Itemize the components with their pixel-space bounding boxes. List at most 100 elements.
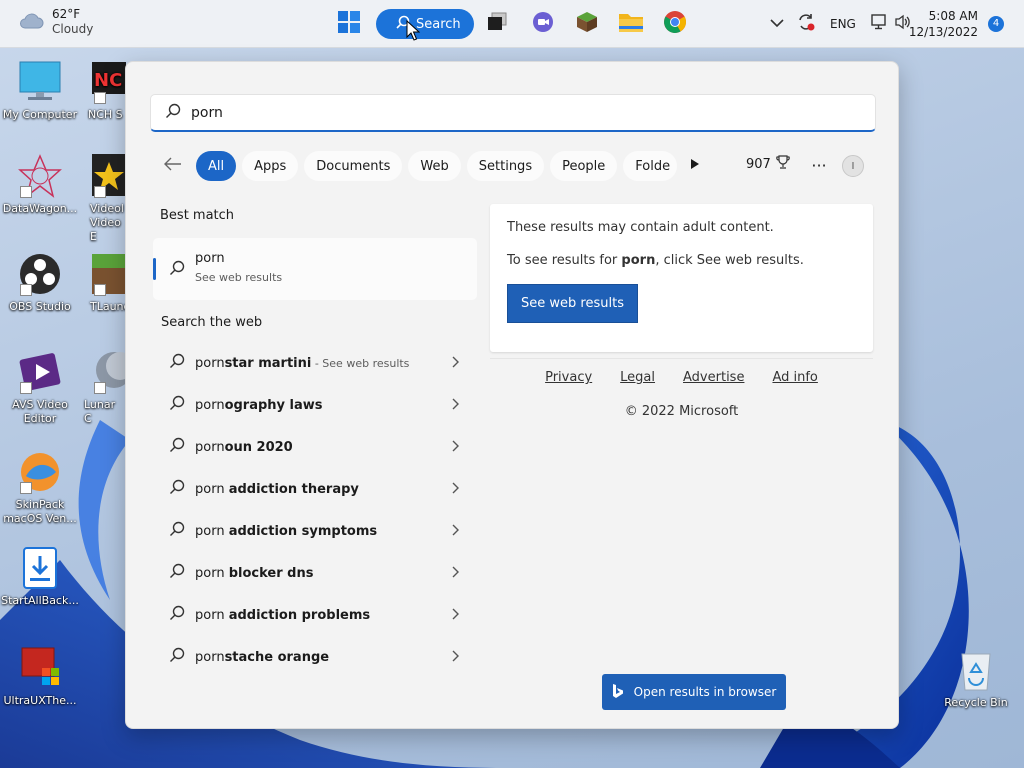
filter-settings[interactable]: Settings: [466, 151, 545, 181]
copyright: © 2022 Microsoft: [624, 404, 739, 419]
chat-button[interactable]: [528, 9, 558, 39]
desktop-icon-ultraux[interactable]: UltraUXThe...: [0, 646, 80, 708]
desktop-icon-label: UltraUXThe...: [3, 694, 77, 707]
desktop-icon-skinpack[interactable]: SkinPack macOS Ven...: [0, 450, 80, 526]
startallback-icon: [18, 546, 62, 590]
desktop-icon-label: StartAllBack...: [1, 594, 79, 607]
avatar[interactable]: I: [842, 155, 864, 177]
filter-people[interactable]: People: [550, 151, 618, 181]
open-results-in-browser-button[interactable]: Open results in browser: [602, 674, 786, 710]
desktop-icon-label: AVS Video Editor: [12, 398, 68, 425]
search-icon: [169, 353, 185, 373]
ad-info-link[interactable]: Ad info: [772, 370, 817, 385]
bing-logo-icon: [612, 683, 624, 702]
web-result-text: pornstar martini - See web results: [195, 355, 410, 371]
windows-logo-icon: [337, 10, 361, 38]
web-result-item[interactable]: porn addiction problems: [153, 594, 477, 636]
privacy-link[interactable]: Privacy: [545, 370, 592, 385]
language-indicator[interactable]: ENG: [830, 17, 856, 31]
ultraux-icon: [18, 646, 62, 690]
desktop-icon-video[interactable]: Videol Video E: [76, 154, 126, 244]
system-tray: ENG: [770, 0, 912, 48]
search-icon: [169, 605, 185, 625]
chevron-up-icon[interactable]: [770, 17, 784, 32]
desktop-icon-obs[interactable]: OBS Studio: [0, 252, 80, 314]
chrome-button[interactable]: [660, 9, 690, 39]
desktop-icon-label: Videol Video E: [90, 202, 124, 243]
chevron-right-icon: [451, 650, 459, 666]
desktop-icon-nch[interactable]: NC NCH S: [76, 60, 126, 122]
chevron-right-icon: [451, 398, 459, 414]
desktop-icon-recycle-bin[interactable]: Recycle Bin: [936, 648, 1016, 710]
best-match-heading: Best match: [160, 208, 235, 223]
datawagon-icon: [18, 154, 62, 198]
back-button[interactable]: [158, 151, 188, 181]
chevron-right-icon: [451, 566, 459, 582]
filter-all[interactable]: All: [196, 151, 237, 181]
search-box[interactable]: [150, 94, 876, 132]
taskbar: 62°F Cloudy Search ENG 5:08 AM 12/13/202…: [0, 0, 1024, 48]
legal-links: Privacy Legal Advertise Ad info: [490, 370, 873, 385]
web-result-item[interactable]: porn blocker dns: [153, 552, 477, 594]
weather-widget[interactable]: 62°F Cloudy: [18, 7, 93, 37]
legal-link[interactable]: Legal: [620, 370, 655, 385]
search-panel: All Apps Documents Web Settings People F…: [125, 61, 899, 729]
filter-apps[interactable]: Apps: [242, 151, 299, 181]
web-result-text: pornoun 2020: [195, 439, 293, 455]
arrow-left-icon: [164, 157, 182, 175]
search-icon: [169, 395, 185, 415]
desktop-icon-avs[interactable]: AVS Video Editor: [0, 350, 80, 426]
web-result-text: porn addiction symptoms: [195, 523, 378, 539]
web-result-item[interactable]: pornstar martini - See web results: [153, 342, 477, 384]
start-button[interactable]: [334, 9, 364, 39]
desktop-icon-startallback[interactable]: StartAllBack...: [0, 546, 80, 608]
chevron-right-icon: [451, 356, 459, 372]
network-icon[interactable]: [870, 13, 888, 35]
desktop-icon-label: DataWagon...: [2, 202, 78, 215]
desktop-icon-tlauncher[interactable]: TLaunc: [76, 252, 130, 314]
desktop-icon-my-computer[interactable]: My Computer: [0, 60, 80, 122]
web-result-item[interactable]: porn addiction therapy: [153, 468, 477, 510]
nch-app-icon: NC: [92, 60, 126, 104]
task-view-button[interactable]: [482, 9, 512, 39]
selection-indicator: [153, 258, 156, 280]
minecraft-button[interactable]: [572, 9, 602, 39]
chevron-right-icon: [451, 482, 459, 498]
see-web-results-button[interactable]: See web results: [507, 284, 638, 323]
search-input[interactable]: [191, 104, 791, 121]
clock[interactable]: 5:08 AM 12/13/2022: [909, 8, 978, 40]
chevron-right-icon: [451, 608, 459, 624]
trophy-icon: [775, 154, 791, 174]
more-options-button[interactable]: ···: [806, 152, 832, 178]
best-match-item[interactable]: porn See web results: [153, 238, 477, 300]
web-result-item[interactable]: porn addiction symptoms: [153, 510, 477, 552]
svg-text:NC: NC: [94, 70, 122, 91]
adult-notice-instructions: To see results for porn, click See web r…: [507, 253, 804, 268]
filter-web[interactable]: Web: [408, 151, 461, 181]
adult-notice-text: These results may contain adult content.: [507, 220, 774, 235]
web-result-item[interactable]: pornstache orange: [153, 636, 477, 678]
desktop-icon-datawagon[interactable]: DataWagon...: [0, 154, 80, 216]
web-result-item[interactable]: pornography laws: [153, 384, 477, 426]
taskbar-search-button[interactable]: Search: [376, 9, 474, 39]
file-explorer-button[interactable]: [616, 9, 646, 39]
filter-folders[interactable]: Folde: [623, 151, 678, 181]
filter-documents[interactable]: Documents: [304, 151, 403, 181]
sync-alert-icon[interactable]: [796, 12, 816, 36]
search-icon: [169, 260, 185, 280]
notification-badge[interactable]: 4: [988, 16, 1004, 32]
filters-scroll-right-button[interactable]: [683, 151, 707, 181]
advertise-link[interactable]: Advertise: [683, 370, 744, 385]
search-web-heading: Search the web: [161, 315, 263, 330]
avs-film-icon: [18, 350, 62, 394]
desktop-icon-label: TLaunc: [90, 300, 130, 313]
weather-condition: Cloudy: [52, 22, 94, 36]
desktop-icon-lunar[interactable]: Lunar C: [76, 350, 134, 426]
best-match-title: porn: [195, 251, 225, 266]
search-icon: [165, 103, 181, 123]
folder-icon: [618, 11, 644, 37]
rewards-points[interactable]: 907: [746, 154, 791, 174]
web-result-text: pornography laws: [195, 397, 323, 413]
web-result-item[interactable]: pornoun 2020: [153, 426, 477, 468]
best-match-subtitle: See web results: [195, 271, 283, 284]
